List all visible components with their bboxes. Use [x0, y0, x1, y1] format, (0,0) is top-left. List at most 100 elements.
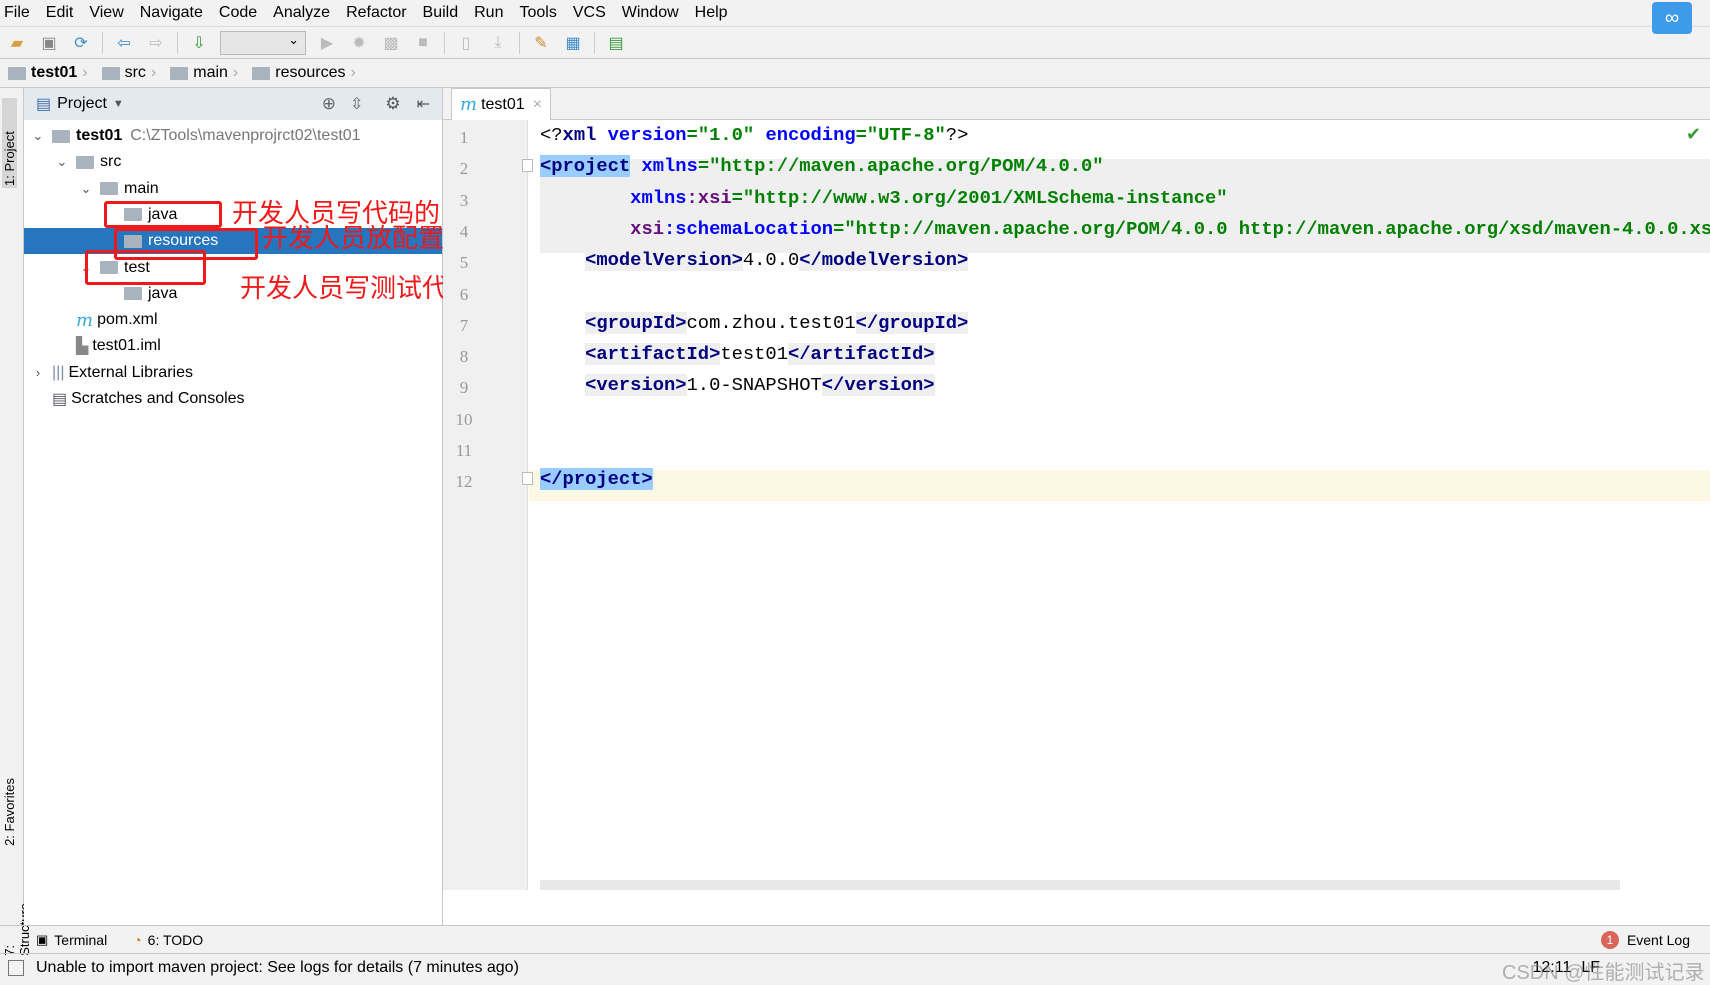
folder-icon [170, 66, 189, 80]
menu-vcs[interactable]: VCS [573, 4, 606, 22]
chevron-down-icon[interactable]: ⌄ [54, 154, 70, 170]
breadcrumb-label: resources [275, 64, 346, 81]
download-icon[interactable]: ⤓ [487, 32, 509, 54]
project-view-select[interactable]: Project [57, 95, 107, 113]
tree-item[interactable]: m pom.xml [24, 307, 442, 333]
line-number: 6 [459, 284, 469, 304]
stop-icon[interactable]: ■ [412, 32, 434, 54]
build-icon[interactable]: ⇩ [188, 32, 210, 54]
menu-build[interactable]: Build [423, 4, 459, 22]
project-view-icon: ▤ [36, 96, 52, 113]
status-toggle-icon[interactable] [8, 960, 24, 976]
tab-project[interactable]: 1: Project [2, 98, 17, 188]
menu-code[interactable]: Code [219, 4, 257, 22]
save-icon[interactable]: ▣ [38, 32, 60, 54]
tree-item[interactable]: › ||| External Libraries [24, 360, 442, 386]
check-icon: ✔ [1686, 124, 1702, 144]
coverage-icon[interactable]: ▩ [380, 32, 402, 54]
code-line: <artifactId>test01</artifactId> [585, 343, 935, 366]
debug-icon[interactable]: ✹ [348, 32, 370, 54]
attach-icon[interactable]: ▯ [455, 32, 477, 54]
divider [594, 31, 595, 54]
tree-item[interactable]: ⌄ test01 C:\ZTools\mavenprojrct02\test01 [24, 123, 442, 149]
horizontal-scrollbar[interactable] [540, 880, 1620, 890]
fold-marker-icon[interactable] [522, 159, 533, 173]
breadcrumb-label: test01 [31, 64, 78, 81]
line-number: 2 [459, 159, 469, 179]
chevron-right-icon: › [82, 64, 88, 81]
menu-view[interactable]: View [89, 4, 123, 22]
library-icon: ||| [52, 363, 65, 381]
module-folder-icon [52, 129, 70, 143]
event-log-tab[interactable]: Event Log [1627, 932, 1690, 948]
sync-icon[interactable]: ⟳ [70, 32, 92, 54]
line-number: 8 [459, 347, 469, 367]
menu-analyze[interactable]: Analyze [273, 4, 330, 22]
breadcrumb-item[interactable]: main › [170, 64, 238, 82]
watermark: CSDN @性能测试记录 [1502, 962, 1705, 984]
forward-icon[interactable]: ⇨ [145, 32, 167, 54]
menu-navigate[interactable]: Navigate [140, 4, 203, 22]
tree-item-label: test01.iml [92, 337, 161, 355]
breadcrumb-item[interactable]: src › [101, 64, 156, 82]
tree-item-label: External Libraries [68, 363, 193, 381]
code-line: <?xml version="1.0" encoding="UTF-8"?> [540, 124, 969, 146]
plugin-icon[interactable]: ∞ [1652, 2, 1692, 34]
fold-marker-icon[interactable] [522, 472, 533, 486]
project-structure-icon[interactable]: ▦ [562, 32, 584, 54]
breadcrumb-item[interactable]: resources › [252, 64, 356, 82]
annotation-box-test [85, 250, 206, 285]
event-count-badge: 1 [1600, 930, 1619, 949]
chevron-down-icon[interactable]: ⌄ [78, 181, 94, 197]
menu-edit[interactable]: Edit [46, 4, 74, 22]
folder-icon [76, 155, 94, 169]
gutter: 1 2 3 4 5 6 7 8 9 10 11 12 [443, 120, 528, 890]
gear-icon[interactable]: ⚙ [385, 94, 400, 114]
maven-icon: m [460, 94, 478, 115]
tree-item[interactable]: ▙ test01.iml [24, 333, 442, 359]
tree-item-path: C:\ZTools\mavenprojrct02\test01 [130, 127, 361, 144]
locate-icon[interactable]: ⊕ [322, 94, 336, 114]
divider [444, 31, 445, 54]
hide-panel-icon[interactable]: ⇤ [417, 94, 430, 114]
chevron-down-icon[interactable]: ▼ [113, 98, 124, 110]
tree-item[interactable]: ⌄ src [24, 149, 442, 175]
menu-tools[interactable]: Tools [519, 4, 556, 22]
run-configuration-select[interactable]: ⌄ [220, 30, 306, 55]
menu-help[interactable]: Help [695, 4, 728, 22]
tree-item-label: java [148, 284, 178, 302]
breadcrumb-item[interactable]: test01 › [8, 64, 88, 82]
run-icon[interactable]: ▶ [316, 32, 338, 54]
chevron-down-icon[interactable]: ⌄ [30, 128, 46, 144]
line-number: 4 [459, 221, 469, 241]
line-number: 12 [455, 472, 473, 492]
todo-icon: ◔ [133, 931, 142, 948]
annotation-test: 开发人员写测试代码 [240, 274, 475, 304]
menu-run[interactable]: Run [474, 4, 503, 22]
open-folder-icon[interactable]: ▰ [6, 32, 28, 54]
close-icon[interactable]: × [533, 96, 542, 114]
tab-favorites[interactable]: 2: Favorites [2, 778, 17, 846]
terminal-tab[interactable]: Terminal [54, 932, 107, 948]
divider [519, 31, 520, 54]
line-number: 9 [459, 378, 469, 398]
collapse-all-icon[interactable]: ⇳ [350, 94, 363, 114]
breadcrumb-label: src [124, 64, 146, 81]
status-message[interactable]: Unable to import maven project: See logs… [36, 959, 519, 977]
menu-file[interactable]: File [4, 4, 30, 22]
chevron-right-icon: › [350, 64, 356, 81]
menu-refactor[interactable]: Refactor [346, 4, 406, 22]
breadcrumb-label: main [193, 64, 228, 81]
settings-wrench-icon[interactable]: ✎ [530, 32, 552, 54]
editor-tabs: m test01 × [443, 88, 1710, 120]
menu-window[interactable]: Window [622, 4, 679, 22]
left-tool-strip: 1: Project 2: Favorites 7: Structure [0, 88, 32, 956]
tab-pom-xml[interactable]: m test01 × [451, 88, 552, 120]
todo-tab[interactable]: 6: TODO [148, 932, 204, 948]
tab-label: test01 [481, 95, 525, 113]
sdk-icon[interactable]: ▤ [605, 32, 627, 54]
back-icon[interactable]: ⇦ [113, 32, 135, 54]
tree-item[interactable]: ▤ Scratches and Consoles [24, 386, 442, 412]
chevron-right-icon[interactable]: › [30, 365, 46, 380]
terminal-icon: ▣ [36, 931, 49, 947]
